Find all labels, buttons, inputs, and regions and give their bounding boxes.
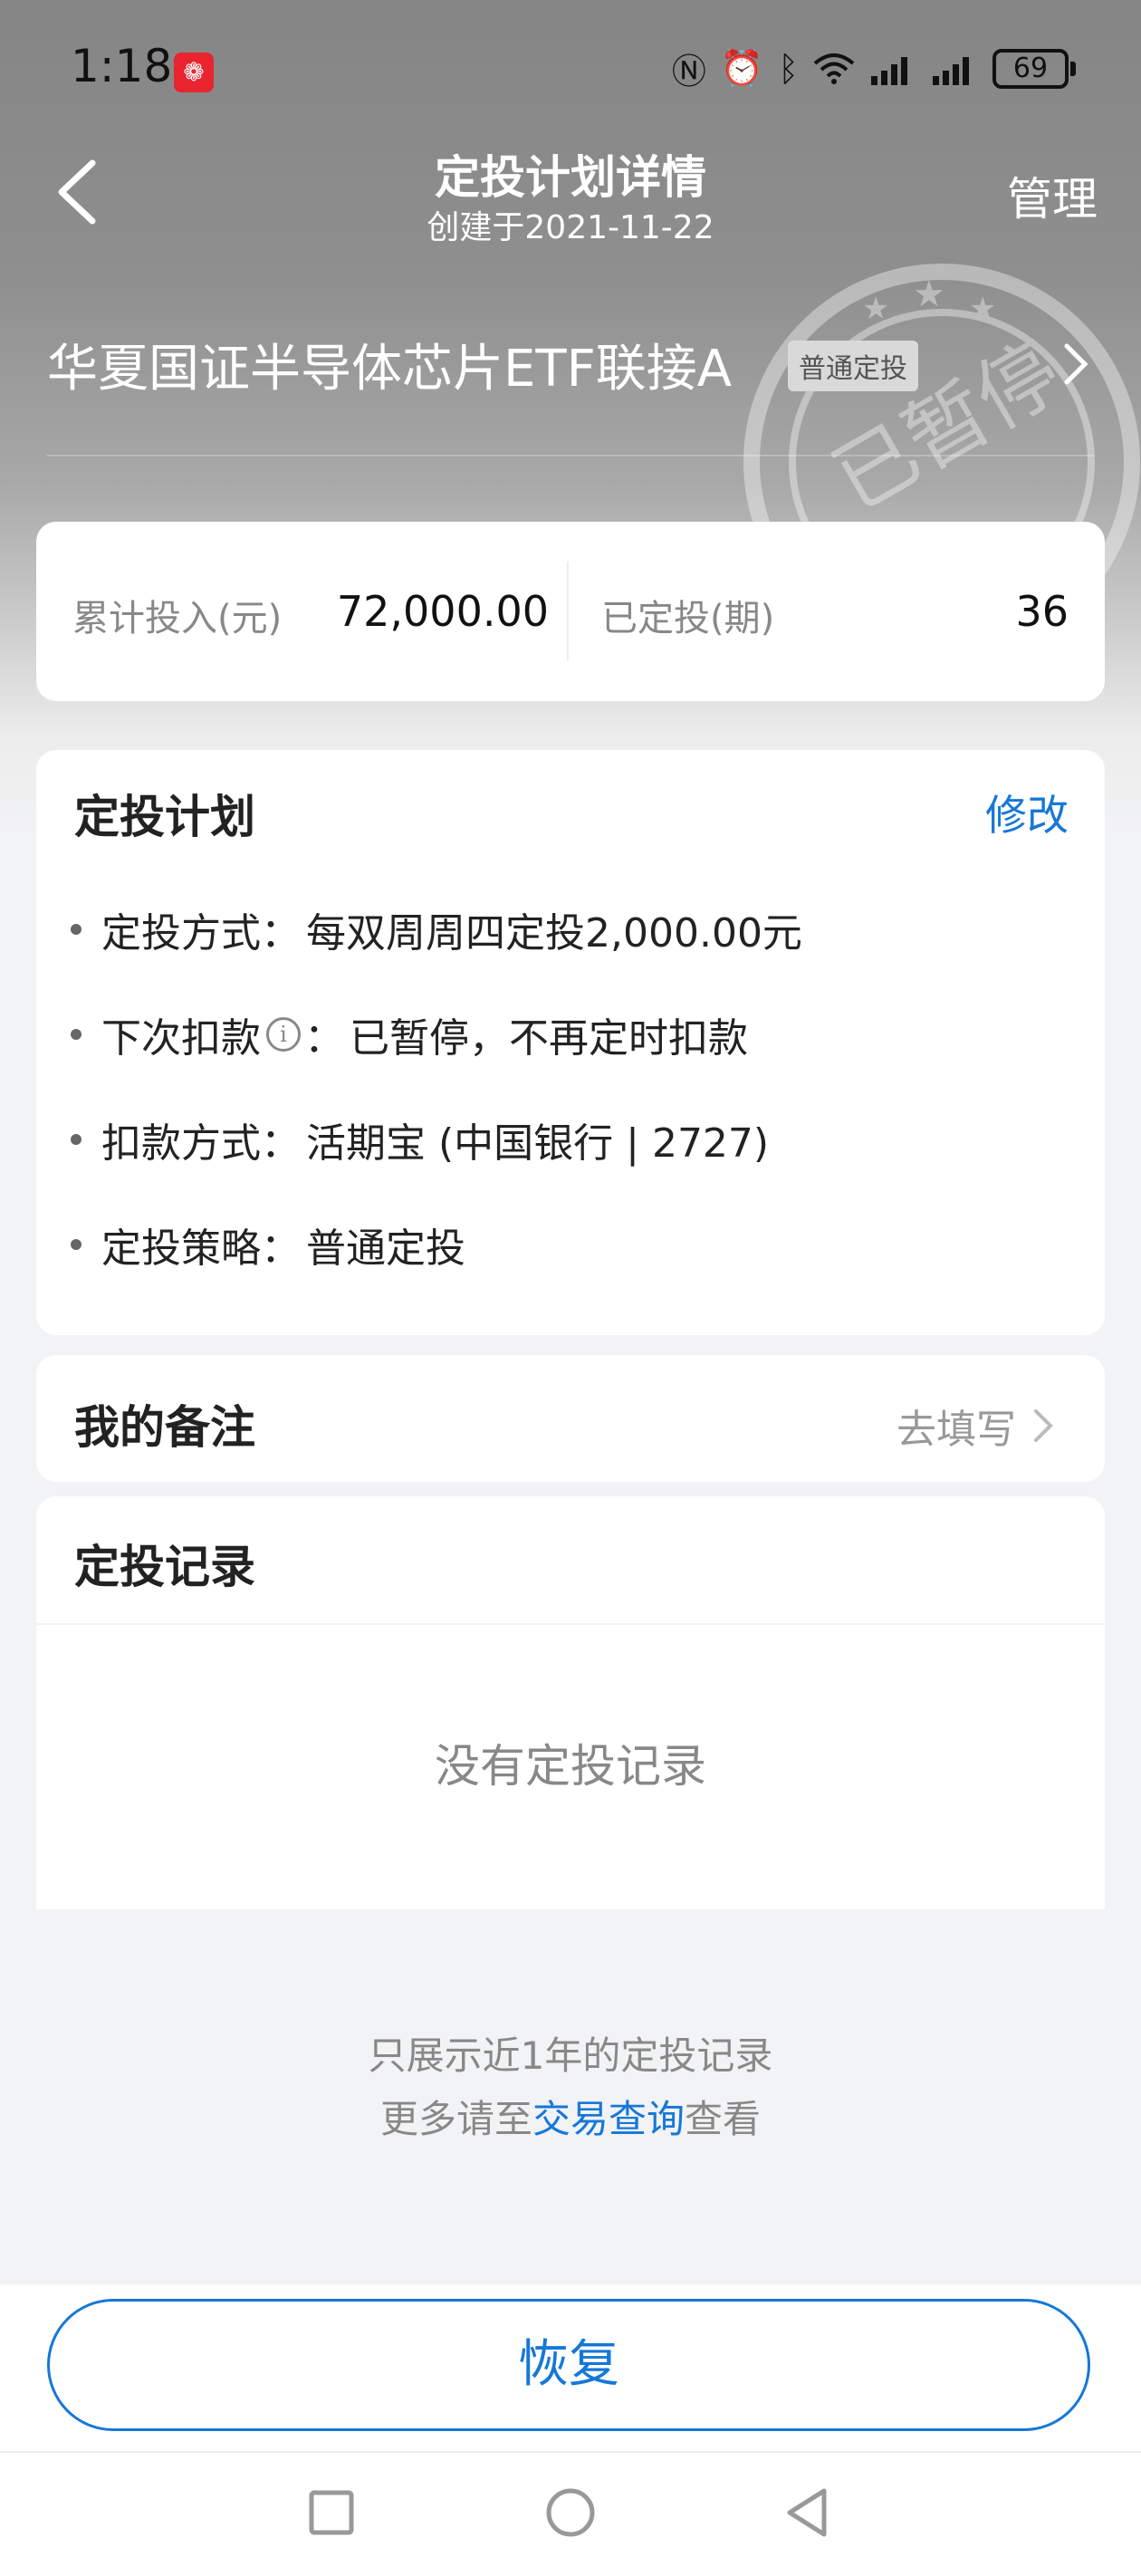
total-invested-label: 累计投入(元)	[72, 598, 283, 639]
plan-type-badge: 普通定投	[788, 341, 918, 391]
bullet-icon	[71, 1239, 82, 1250]
plan-item-next-debit: 下次扣款 i ： 已暂停，不再定时扣款	[71, 1005, 748, 1063]
plan-item-value: 每双周周四定投2,000.00元	[306, 910, 802, 956]
footer-note-line2: 更多请至交易查询查看	[0, 2089, 1141, 2144]
stats-card: 累计投入(元) 72,000.00 已定投(期) 36	[36, 522, 1105, 701]
records-title: 定投记录	[74, 1541, 255, 1593]
wifi-icon	[813, 53, 855, 84]
bullet-icon	[71, 924, 82, 935]
status-icons: Ⓝ ⏰ ᛒ 69	[671, 43, 1076, 93]
recent-apps-icon[interactable]	[304, 2485, 359, 2540]
divider	[36, 1623, 1105, 1625]
battery-icon: 69	[992, 48, 1076, 89]
fund-name[interactable]: 华夏国证半导体芯片ETF联接A	[47, 328, 732, 401]
empty-records-text: 没有定投记录	[435, 1740, 706, 1793]
total-invested-value: 72,000.00	[336, 587, 549, 636]
plan-card: 定投计划 修改 定投方式： 每双周周四定投2,000.00元 下次扣款 i ： …	[36, 750, 1105, 1335]
svg-text:★: ★	[862, 291, 889, 327]
plan-item-strategy: 定投策略： 普通定投	[71, 1216, 465, 1274]
svg-text:★: ★	[969, 291, 996, 327]
footer-suffix: 查看	[685, 2097, 762, 2141]
bluetooth-icon: ᛒ	[778, 48, 799, 89]
footer-note-line1: 只展示近1年的定投记录	[368, 2033, 773, 2078]
stat-divider	[567, 562, 569, 661]
fill-notes-label: 去填写	[896, 1407, 1016, 1453]
plan-item-label: 扣款方式：	[101, 1120, 301, 1167]
plan-item-value: 已暂停，不再定时扣款	[350, 1015, 748, 1062]
records-card: 定投记录 没有定投记录	[36, 1496, 1105, 1909]
back-nav-icon[interactable]	[781, 2485, 835, 2540]
plan-item-label: 定投策略：	[101, 1226, 301, 1272]
divider	[47, 455, 1094, 457]
chevron-right-icon	[1034, 1409, 1053, 1442]
edit-plan-button[interactable]: 修改	[985, 783, 1069, 842]
bullet-icon	[71, 1029, 82, 1040]
status-bar: 1:18 ❁ Ⓝ ⏰ ᛒ 69	[0, 0, 1141, 136]
svg-text:★: ★	[913, 274, 945, 315]
status-time: 1:18	[71, 40, 173, 92]
notification-app-icon: ❁	[174, 53, 214, 92]
transaction-query-link[interactable]: 交易查询	[532, 2097, 685, 2141]
divider	[0, 2451, 1141, 2453]
info-icon[interactable]: i	[266, 1017, 301, 1052]
periods-value: 36	[1015, 587, 1069, 636]
restore-button[interactable]: 恢复	[47, 2299, 1090, 2431]
plan-title: 定投计划	[74, 791, 255, 843]
signal-icon-2	[933, 56, 969, 85]
page-title: 定投计划详情	[435, 151, 706, 204]
alarm-icon: ⏰	[720, 48, 764, 88]
plan-item-colon: ：	[304, 1015, 344, 1062]
bullet-icon	[71, 1134, 82, 1145]
home-icon[interactable]	[543, 2485, 598, 2540]
plan-item-value: 活期宝 (中国银行 | 2727)	[306, 1120, 770, 1167]
plan-item-label: 下次扣款	[101, 1015, 261, 1062]
manage-button[interactable]: 管理	[1007, 163, 1098, 228]
chevron-right-icon[interactable]	[1058, 341, 1094, 388]
plan-item-value: 普通定投	[306, 1226, 465, 1272]
plan-item-method: 定投方式： 每双周周四定投2,000.00元	[71, 900, 802, 958]
nfc-icon: Ⓝ	[671, 52, 706, 91]
periods-label: 已定投(期)	[601, 598, 775, 639]
notes-title: 我的备注	[74, 1401, 255, 1454]
plan-item-payment: 扣款方式： 活期宝 (中国银行 | 2727)	[71, 1110, 769, 1168]
signal-icon	[871, 56, 907, 85]
plan-item-label: 定投方式：	[101, 910, 301, 956]
footer-prefix: 更多请至	[379, 2097, 532, 2141]
fill-notes-link[interactable]: 去填写	[896, 1397, 1054, 1455]
notes-row[interactable]: 我的备注 去填写	[36, 1355, 1105, 1482]
